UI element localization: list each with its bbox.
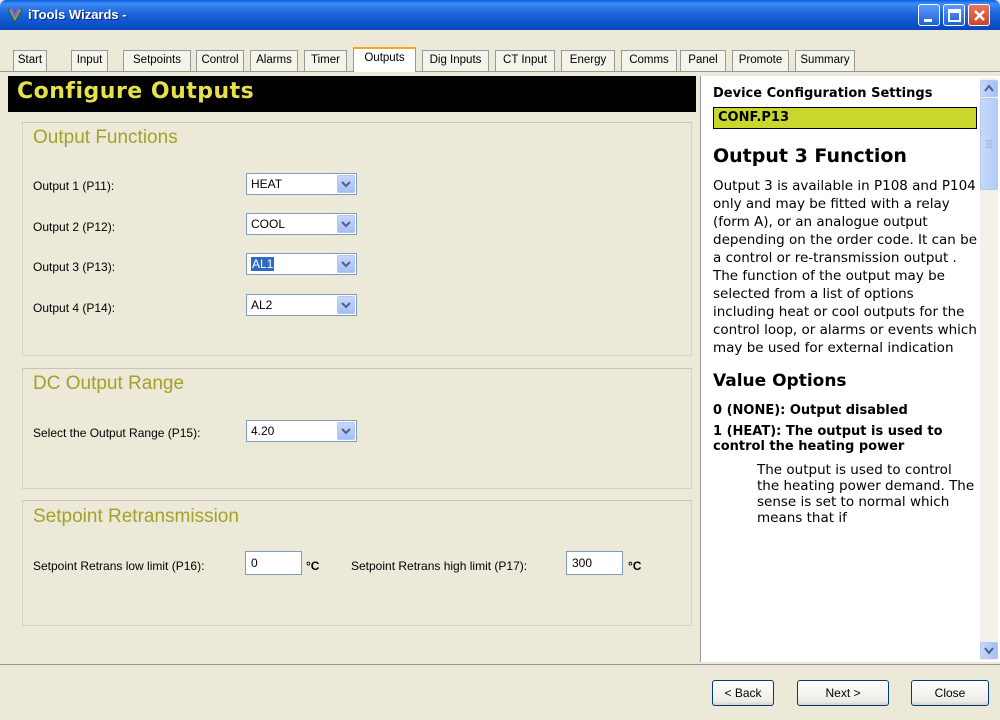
output-3-select[interactable]: AL1	[246, 253, 357, 275]
setpoint-retransmission-section: Setpoint Retransmission Setpoint Retrans…	[22, 500, 692, 626]
output-2-value: COOL	[251, 217, 286, 231]
page-header: Configure Outputs	[8, 76, 696, 112]
help-heading: Device Configuration Settings	[713, 86, 933, 101]
chevron-down-icon	[341, 181, 351, 188]
retrans-high-label: Setpoint Retrans high limit (P17):	[351, 559, 528, 573]
minimize-icon	[924, 19, 932, 22]
help-panel[interactable]: Device Configuration Settings CONF.P13 O…	[700, 76, 1000, 662]
maximize-icon	[948, 9, 961, 22]
chevron-down-icon	[341, 428, 351, 435]
help-content: Device Configuration Settings CONF.P13 O…	[713, 86, 977, 526]
tab-start[interactable]: Start	[13, 50, 47, 71]
tab-setpoints[interactable]: Setpoints	[123, 50, 191, 71]
output-range-select[interactable]: 4.20	[246, 420, 357, 442]
title-bar[interactable]: iTools Wizards -	[0, 0, 1000, 30]
retrans-high-value: 300	[572, 556, 593, 570]
tab-input[interactable]: Input	[71, 50, 108, 71]
output-4-select[interactable]: AL2	[246, 294, 357, 316]
value-option-1-detail: The output is used to control the heatin…	[757, 462, 975, 526]
configure-outputs-panel: Configure Outputs Output Functions Outpu…	[8, 76, 696, 662]
output-range-value: 4.20	[251, 424, 275, 438]
tab-promote[interactable]: Promote	[732, 50, 789, 71]
back-button[interactable]: < Back	[712, 680, 774, 706]
dropdown-button[interactable]	[337, 215, 355, 233]
scroll-thumb[interactable]	[980, 98, 998, 190]
chevron-down-icon	[341, 221, 351, 228]
tab-outputs[interactable]: Outputs	[353, 47, 416, 72]
output-1-value: HEAT	[251, 177, 283, 191]
retrans-low-label: Setpoint Retrans low limit (P16):	[33, 559, 205, 573]
tab-energy[interactable]: Energy	[561, 50, 615, 71]
dropdown-button[interactable]	[337, 422, 355, 440]
tab-ct-input[interactable]: CT Input	[495, 50, 555, 71]
tab-control[interactable]: Control	[196, 50, 244, 71]
value-option-1: 1 (HEAT): The output is used to control …	[713, 424, 943, 454]
output-1-select[interactable]: HEAT	[246, 173, 357, 195]
next-button[interactable]: Next >	[797, 680, 889, 706]
output-3-label: Output 3 (P13):	[33, 260, 116, 274]
close-icon	[974, 10, 985, 21]
value-option-0: 0 (NONE): Output disabled	[713, 403, 908, 418]
dropdown-button[interactable]	[337, 255, 355, 273]
minimize-button[interactable]	[918, 4, 940, 26]
help-title: Output 3 Function	[713, 145, 907, 167]
help-scrollbar[interactable]	[980, 78, 998, 660]
config-code-badge: CONF.P13	[713, 107, 977, 129]
output-2-select[interactable]: COOL	[246, 213, 357, 235]
close-button[interactable]: Close	[911, 680, 989, 706]
retrans-low-input[interactable]: 0	[245, 551, 302, 575]
close-window-button[interactable]	[968, 4, 990, 26]
retrans-low-unit: °C	[306, 559, 320, 573]
chevron-down-icon	[984, 647, 994, 655]
output-3-value: AL1	[251, 257, 275, 271]
tab-timer[interactable]: Timer	[304, 50, 347, 71]
itools-logo-icon	[7, 7, 23, 24]
chevron-up-icon	[984, 84, 994, 92]
retrans-low-value: 0	[251, 556, 258, 570]
section-title-dc-output-range: DC Output Range	[33, 373, 185, 394]
output-2-label: Output 2 (P12):	[33, 220, 116, 234]
scroll-up-button[interactable]	[980, 80, 998, 97]
output-range-label: Select the Output Range (P15):	[33, 426, 201, 440]
output-1-label: Output 1 (P11):	[33, 179, 115, 193]
section-title-output-functions: Output Functions	[33, 127, 178, 148]
window-title: iTools Wizards -	[28, 7, 127, 22]
help-paragraph: Output 3 is available in P108 and P104 o…	[713, 178, 978, 356]
scroll-down-button[interactable]	[980, 642, 998, 659]
dc-output-range-section: DC Output Range Select the Output Range …	[22, 368, 692, 489]
output-functions-section: Output Functions Output 1 (P11): HEAT Ou…	[22, 122, 692, 356]
wizard-tab-strip: Start Input Setpoints Control Alarms Tim…	[0, 30, 1000, 72]
chevron-down-icon	[341, 302, 351, 309]
tab-divider	[0, 71, 1000, 72]
dropdown-button[interactable]	[337, 296, 355, 314]
section-title-setpoint-retransmission: Setpoint Retransmission	[33, 506, 239, 527]
itools-wizard-window: iTools Wizards - Start Input Setpoints C…	[0, 0, 1000, 720]
dropdown-button[interactable]	[337, 175, 355, 193]
tab-alarms[interactable]: Alarms	[250, 50, 298, 71]
output-4-value: AL2	[251, 298, 273, 312]
tab-panel[interactable]: Panel	[680, 50, 726, 71]
page-title: Configure Outputs	[17, 79, 255, 104]
value-options-title: Value Options	[713, 371, 847, 391]
retrans-high-unit: °C	[628, 559, 642, 573]
tab-summary[interactable]: Summary	[795, 50, 855, 71]
output-4-label: Output 4 (P14):	[33, 301, 116, 315]
retrans-high-input[interactable]: 300	[566, 551, 623, 575]
grip-icon	[986, 140, 992, 148]
tab-dig-inputs[interactable]: Dig Inputs	[422, 50, 489, 71]
footer-divider	[0, 664, 1000, 665]
maximize-button[interactable]	[943, 4, 965, 26]
tab-comms[interactable]: Comms	[621, 50, 677, 71]
chevron-down-icon	[341, 261, 351, 268]
